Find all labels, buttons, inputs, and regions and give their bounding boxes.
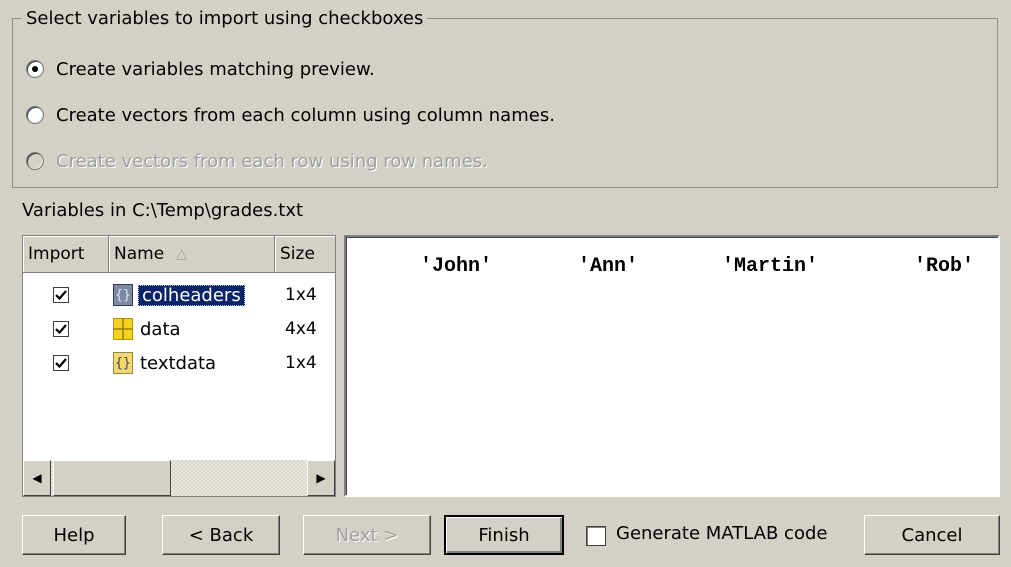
scrollbar-thumb[interactable] — [53, 460, 171, 496]
back-button[interactable]: < Back — [162, 515, 280, 555]
sort-ascending-icon: △ — [176, 246, 187, 262]
radio-selected-icon[interactable] — [26, 60, 44, 78]
group-legend: Select variables to import using checkbo… — [22, 8, 428, 30]
import-checkbox[interactable] — [53, 321, 69, 337]
import-checkbox[interactable] — [53, 355, 69, 371]
arrow-right-icon: ▶ — [316, 471, 326, 485]
checkmark-icon — [55, 324, 67, 335]
finish-button[interactable]: Finish — [444, 515, 564, 555]
scroll-right-button[interactable]: ▶ — [307, 460, 335, 496]
radio-label: Create vectors from each row using row n… — [56, 150, 488, 172]
cell-array-icon: {} — [113, 284, 133, 306]
list-row-data[interactable]: data 4x4 — [23, 314, 335, 344]
preview-cell: 'Rob' — [914, 255, 975, 278]
radio-create-variables-matching-preview[interactable]: Create variables matching preview. — [26, 56, 375, 82]
column-header-label: Size — [280, 244, 315, 264]
radio-label: Create vectors from each column using co… — [56, 104, 555, 126]
variable-name: data — [140, 318, 181, 340]
variable-size: 1x4 — [285, 353, 317, 373]
column-header-label: Import — [28, 244, 85, 264]
next-button: Next > — [303, 515, 431, 555]
generate-matlab-code-checkbox[interactable] — [586, 526, 606, 546]
radio-create-vectors-rows: Create vectors from each row using row n… — [26, 148, 488, 174]
variable-name: textdata — [140, 352, 217, 374]
data-preview-panel: 'John' 'Ann' 'Martin' 'Rob' — [344, 235, 1000, 497]
radio-label: Create variables matching preview. — [56, 58, 375, 80]
matrix-icon — [113, 318, 133, 340]
radio-create-vectors-columns[interactable]: Create vectors from each column using co… — [26, 102, 555, 128]
arrow-left-icon: ◀ — [32, 471, 42, 485]
list-header: Import Name △ Size — [23, 236, 335, 273]
column-header-label: Name — [114, 244, 165, 264]
generate-matlab-code-label[interactable]: Generate MATLAB code — [616, 523, 827, 544]
variable-size: 1x4 — [285, 285, 317, 305]
scroll-left-button[interactable]: ◀ — [23, 460, 51, 496]
preview-cell: 'Martin' — [722, 255, 819, 278]
import-checkbox[interactable] — [53, 287, 69, 303]
checkmark-icon — [55, 290, 67, 301]
variables-file-label: Variables in C:\Temp\grades.txt — [22, 200, 304, 221]
horizontal-scrollbar[interactable]: ◀ ▶ — [23, 460, 335, 496]
list-row-textdata[interactable]: {} textdata 1x4 — [23, 348, 335, 378]
variable-size: 4x4 — [285, 319, 317, 339]
checkmark-icon — [55, 358, 67, 369]
help-button[interactable]: Help — [22, 515, 126, 555]
variables-list[interactable]: Import Name △ Size {} colheaders 1x4 dat… — [22, 235, 336, 497]
list-row-colheaders[interactable]: {} colheaders 1x4 — [23, 280, 335, 310]
radio-unselected-icon[interactable] — [26, 106, 44, 124]
column-header-size[interactable]: Size — [275, 236, 335, 272]
cell-array-icon: {} — [113, 352, 133, 374]
preview-cell: 'Ann' — [578, 255, 639, 278]
preview-cell: 'John' — [420, 255, 493, 278]
column-header-import[interactable]: Import — [23, 236, 109, 272]
column-header-name[interactable]: Name △ — [109, 236, 275, 272]
cancel-button[interactable]: Cancel — [864, 515, 1000, 555]
variable-name: colheaders — [138, 284, 245, 306]
radio-disabled-icon — [26, 152, 44, 170]
